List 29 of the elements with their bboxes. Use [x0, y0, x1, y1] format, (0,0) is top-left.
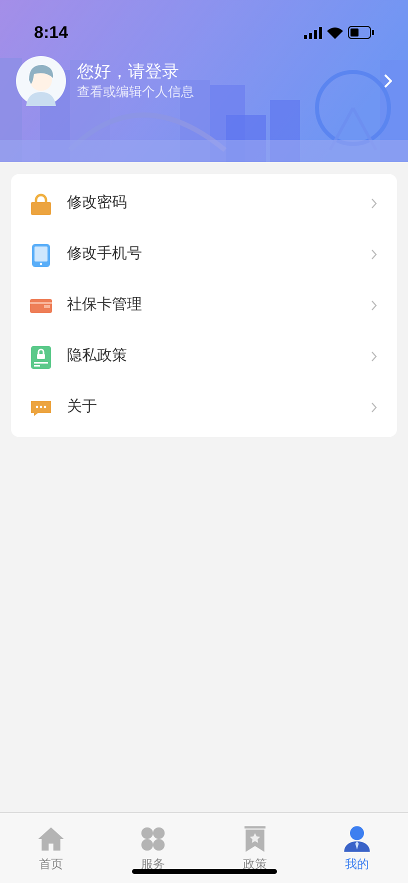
wifi-icon	[327, 26, 343, 38]
menu-label: 社保卡管理	[67, 295, 143, 316]
menu-item[interactable]: 社保卡管理	[11, 280, 397, 331]
tab[interactable]: 我的	[306, 813, 408, 883]
signal-icon	[304, 26, 322, 38]
avatar	[16, 56, 66, 106]
chevron-right-icon	[371, 402, 377, 413]
document-lock-icon	[29, 344, 53, 368]
menu-item[interactable]: 修改手机号	[11, 229, 397, 280]
chevron-right-icon[interactable]	[384, 74, 392, 88]
chevron-right-icon	[371, 249, 377, 260]
menu-item[interactable]: 隐私政策	[11, 331, 397, 382]
padlock-icon	[29, 192, 53, 216]
profile-subtitle: 查看或编辑个人信息	[77, 83, 195, 101]
clover-icon	[139, 825, 167, 853]
chevron-right-icon	[371, 351, 377, 362]
battery-icon	[348, 26, 374, 39]
phone-icon	[29, 242, 53, 266]
menu-item[interactable]: 关于	[11, 382, 397, 433]
menu-label: 隐私政策	[67, 346, 128, 366]
menu-item[interactable]: 修改密码	[11, 178, 397, 229]
status-time: 8:14	[34, 22, 68, 44]
menu-label: 关于	[67, 397, 98, 418]
chevron-right-icon	[371, 198, 377, 209]
menu-label: 修改手机号	[67, 244, 143, 264]
menu-label: 修改密码	[67, 193, 128, 214]
person-icon	[343, 825, 371, 853]
house-icon	[37, 825, 65, 853]
chevron-right-icon	[371, 300, 377, 311]
